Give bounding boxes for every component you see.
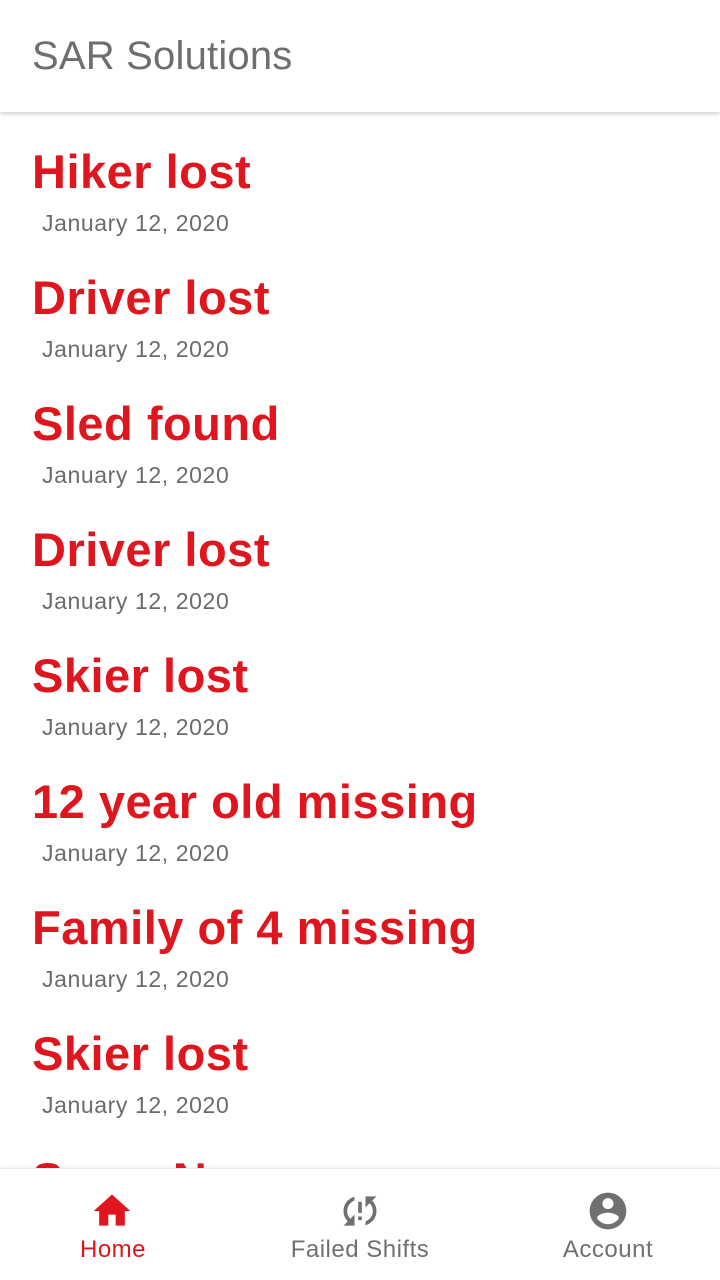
app-root: SAR Solutions Hiker lost January 12, 202… — [0, 0, 720, 1280]
incident-date: January 12, 2020 — [42, 966, 230, 992]
nav-home-button[interactable]: Home — [0, 1169, 240, 1280]
incident-title: Snow N — [32, 1152, 207, 1168]
incident-title: Skier lost — [32, 649, 249, 702]
nav-account-label: Account — [562, 1236, 654, 1263]
incident-list-item[interactable]: Skier lost January 12, 2020 — [0, 994, 720, 1120]
nav-home-label: Home — [79, 1236, 147, 1263]
nav-failed-shifts-button[interactable]: Failed Shifts — [240, 1169, 480, 1280]
nav-account-button[interactable]: Account — [480, 1169, 720, 1280]
sync-problem-icon — [343, 1196, 377, 1226]
incident-title: Driver lost — [32, 271, 270, 324]
incident-list-item[interactable]: Family of 4 missing January 12, 2020 — [0, 868, 720, 994]
incident-date: January 12, 2020 — [42, 588, 230, 614]
incident-date: January 12, 2020 — [42, 840, 230, 866]
bottom-navigation: Home Failed Shifts Account — [0, 1168, 720, 1280]
incident-list-item[interactable]: 12 year old missing January 12, 2020 — [0, 742, 720, 868]
incident-title: Driver lost — [32, 523, 270, 576]
incident-date: January 12, 2020 — [42, 714, 230, 740]
incident-title: Hiker lost — [32, 145, 252, 198]
incident-date: January 12, 2020 — [42, 336, 230, 362]
incident-list-item[interactable]: Driver lost January 12, 2020 — [0, 238, 720, 364]
incident-title: 12 year old missing — [32, 775, 478, 828]
incident-list-item[interactable]: Hiker lost January 12, 2020 — [0, 112, 720, 238]
home-icon — [93, 1194, 131, 1226]
incident-list-item[interactable]: Driver lost January 12, 2020 — [0, 490, 720, 616]
incident-date: January 12, 2020 — [42, 462, 230, 488]
incident-title: Sled found — [32, 397, 280, 450]
nav-failed-shifts-label: Failed Shifts — [290, 1236, 430, 1263]
incident-list-item[interactable]: Snow N — [0, 1120, 720, 1168]
incident-list[interactable]: Hiker lost January 12, 2020 Driver lost … — [0, 112, 720, 1168]
app-bar: SAR Solutions — [0, 0, 720, 112]
incident-title: Family of 4 missing — [32, 901, 478, 954]
incident-date: January 12, 2020 — [42, 210, 230, 236]
incident-title: Skier lost — [32, 1027, 249, 1080]
incident-list-item[interactable]: Sled found January 12, 2020 — [0, 364, 720, 490]
incident-list-item[interactable]: Skier lost January 12, 2020 — [0, 616, 720, 742]
incident-date: January 12, 2020 — [42, 1092, 230, 1118]
account-circle-icon — [589, 1192, 627, 1230]
app-title: SAR Solutions — [32, 34, 293, 78]
